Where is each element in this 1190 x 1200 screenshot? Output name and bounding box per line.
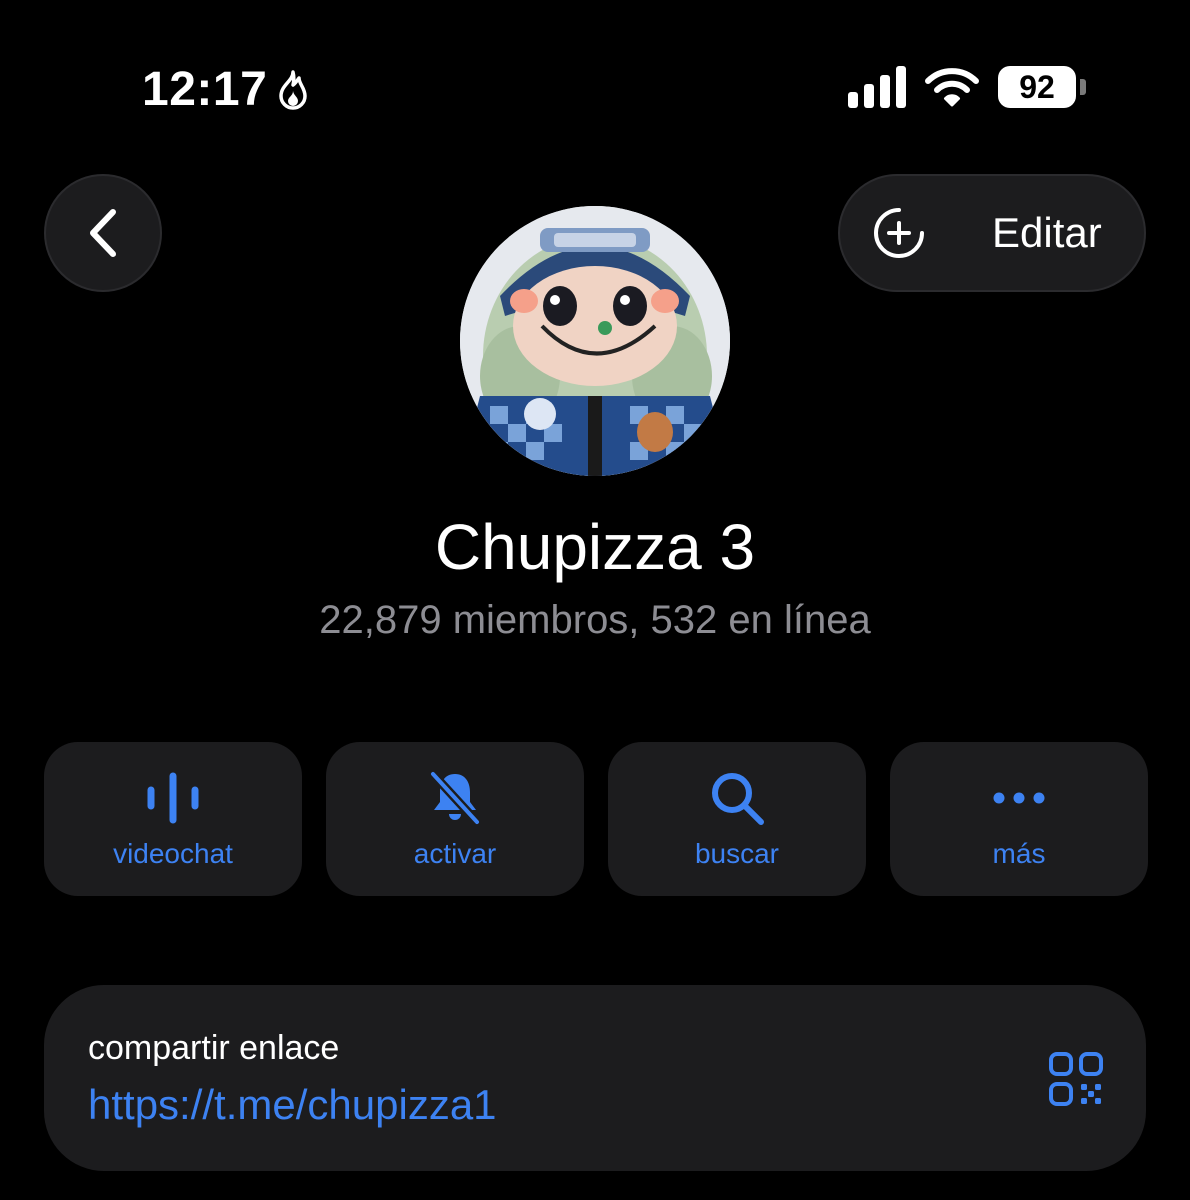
- more-label: más: [992, 838, 1046, 869]
- more-button[interactable]: más: [890, 742, 1148, 896]
- flame-icon: [279, 69, 308, 110]
- edit-button-label: Editar: [992, 209, 1102, 256]
- battery-level: 92: [998, 66, 1076, 108]
- back-button[interactable]: [44, 174, 162, 292]
- status-time-label: 12:17: [142, 63, 268, 116]
- unmute-label: activar: [413, 838, 497, 869]
- chevron-left-icon: [90, 209, 116, 257]
- group-name: Chupizza 3: [434, 511, 756, 583]
- search-button[interactable]: buscar: [608, 742, 866, 896]
- videochat-label: videochat: [113, 838, 233, 869]
- share-link-url[interactable]: https://t.me/chupizza1: [88, 1081, 497, 1129]
- action-buttons: videochat activar buscar más: [44, 742, 1148, 896]
- signal-icon: [848, 66, 906, 108]
- qr-code-icon[interactable]: [1048, 1051, 1104, 1107]
- battery-icon: 92: [998, 66, 1086, 108]
- share-link-title: compartir enlace: [88, 1029, 340, 1067]
- edit-button[interactable]: Editar: [838, 174, 1146, 292]
- group-info-screen: 12:17 92 Editar Chupizza 3 22,879 miembr…: [0, 0, 1190, 1200]
- share-link-card: compartir enlace https://t.me/chupizza1: [44, 985, 1146, 1171]
- status-indicators: 92: [848, 66, 1086, 108]
- unmute-button[interactable]: activar: [326, 742, 584, 896]
- search-icon: [712, 773, 764, 825]
- bell-slash-icon: [428, 769, 482, 827]
- group-member-count: 22,879 miembros, 532 en línea: [319, 598, 871, 642]
- videochat-button[interactable]: videochat: [44, 742, 302, 896]
- group-avatar[interactable]: [460, 206, 730, 476]
- ellipsis-icon: [993, 792, 1045, 804]
- voice-wave-icon: [147, 772, 199, 824]
- add-circle-icon: [874, 208, 924, 258]
- avatar-image: [460, 206, 730, 476]
- status-time: 12:17: [142, 62, 311, 117]
- search-label: buscar: [694, 838, 780, 869]
- wifi-icon: [925, 68, 979, 107]
